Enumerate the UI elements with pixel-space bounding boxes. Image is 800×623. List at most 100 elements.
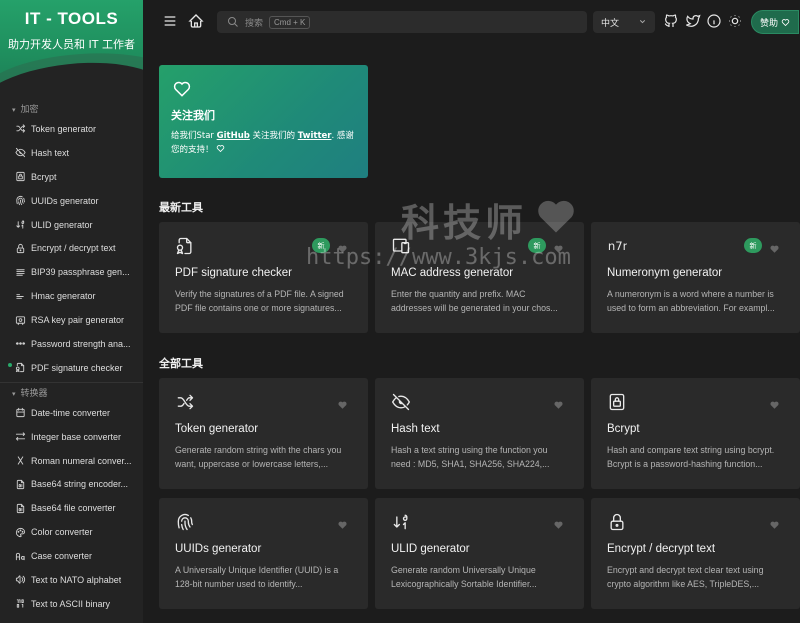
sidebar-item-label: ULID generator (31, 219, 93, 230)
github-link[interactable]: GitHub (217, 131, 250, 141)
search-shortcut: Cmd + K (269, 15, 311, 29)
search-placeholder: 搜索 (245, 18, 264, 29)
devices-icon (391, 236, 411, 256)
sidebar-divider (0, 381, 143, 383)
sidebar-item-label: Bcrypt (31, 171, 57, 182)
favorite-heart-icon[interactable] (337, 241, 348, 253)
sidebar-item[interactable]: Case converter (0, 544, 143, 568)
favorite-heart-icon[interactable] (769, 397, 780, 409)
tool-title: Encrypt / decrypt text (607, 543, 716, 555)
heart-icon (171, 79, 193, 99)
favorite-heart-icon[interactable] (553, 517, 564, 529)
home-icon[interactable] (187, 12, 205, 30)
tool-description: Generate random Universally Unique Lexic… (391, 565, 537, 589)
menu-icon[interactable] (161, 12, 179, 30)
sidebar-item[interactable]: Date-time converter (0, 401, 143, 425)
sidebar-item[interactable]: Bcrypt (0, 165, 143, 189)
lock-icon (607, 512, 627, 532)
tool-description: Verify the signatures of a PDF file. A s… (175, 289, 344, 313)
search-icon (227, 16, 239, 28)
favorite-heart-icon[interactable] (769, 241, 780, 253)
sidebar-item[interactable]: Password strength ana... (0, 332, 143, 356)
brand-header[interactable]: IT - TOOLS 助力开发人员和 IT 工作者 (0, 0, 143, 96)
sidebar-item-label: Case converter (31, 551, 93, 562)
speaker-icon (14, 574, 26, 586)
short-lines-icon (14, 290, 26, 302)
favorite-heart-icon[interactable] (553, 397, 564, 409)
language-value: 中文 (601, 18, 620, 29)
sidebar-item[interactable]: Hmac generator (0, 284, 143, 308)
file-cert-icon (14, 362, 26, 374)
sidebar-item-label: PDF signature checker (31, 362, 123, 373)
sidebar-item[interactable]: Text to ASCII binary (0, 592, 143, 616)
tool-title: MAC address generator (391, 267, 514, 279)
favorite-heart-icon[interactable] (769, 517, 780, 529)
caret-down-icon: ▾ (12, 106, 16, 114)
sponsor-button[interactable]: 赞助 (751, 10, 799, 34)
favorite-heart-icon[interactable] (553, 241, 564, 253)
tool-card[interactable]: Encrypt / decrypt text Encrypt and decryp… (591, 498, 800, 609)
sidebar-item[interactable]: UUIDs generator (0, 189, 143, 213)
tool-card[interactable]: Hash text Hash a text string using the fu… (375, 378, 584, 489)
sidebar-group-title[interactable]: ▾ 转换器 (0, 387, 143, 401)
sidebar-item-label: Base64 file converter (31, 503, 116, 514)
sidebar-item[interactable]: Token generator (0, 117, 143, 141)
password-icon (14, 338, 26, 350)
favorite-heart-icon[interactable] (337, 517, 348, 529)
sidebar-item[interactable]: PDF signature checker (0, 356, 143, 380)
twitter-icon[interactable] (684, 12, 702, 30)
new-badge: 新 (312, 238, 330, 253)
lock-square-icon (607, 392, 627, 412)
file-digit-icon (14, 502, 26, 514)
sidebar-item-label: BIP39 passphrase gen... (31, 267, 130, 278)
tool-description: Enter the quantity and prefix. MAC addre… (391, 289, 558, 313)
tool-title: Token generator (175, 423, 259, 435)
sidebar-item-label: Base64 string encoder... (31, 479, 129, 490)
favorite-heart-icon[interactable] (337, 397, 348, 409)
sidebar-item[interactable]: Text to NATO alphabet (0, 568, 143, 592)
sidebar-item-label: Password strength ana... (31, 338, 131, 349)
sidebar-item[interactable]: Base64 file converter (0, 496, 143, 520)
twitter-link[interactable]: Twitter (298, 131, 332, 141)
sidebar-item-label: Text to NATO alphabet (31, 574, 122, 585)
sidebar-item-label: Hmac generator (31, 291, 96, 302)
calendar-icon (14, 407, 26, 419)
tool-card[interactable]: 新 PDF signature checker Verify the signatu… (159, 222, 368, 333)
sidebar-item-label: Text to ASCII binary (31, 598, 111, 609)
tool-card[interactable]: Token generator Generate random string wi… (159, 378, 368, 489)
tool-title: PDF signature checker (175, 267, 292, 279)
tool-description: Encrypt and decrypt text clear text usin… (607, 565, 764, 589)
brand-title: IT - TOOLS (24, 9, 119, 28)
follow-us-text: 给我们Star GitHub 关注我们的 Twitter. 感谢您的支持！ (171, 129, 356, 157)
info-icon[interactable] (705, 12, 723, 30)
sidebar-item[interactable]: Hash text (0, 141, 143, 165)
palette-icon (14, 526, 26, 538)
sun-icon[interactable] (726, 12, 744, 30)
sidebar-item[interactable]: Integer base converter (0, 425, 143, 449)
sidebar-item[interactable]: BIP39 passphrase gen... (0, 260, 143, 284)
letter-x-icon (14, 455, 26, 467)
sidebar-item[interactable]: Color converter (0, 520, 143, 544)
tool-card[interactable]: Bcrypt Hash and compare text string using… (591, 378, 800, 489)
tool-card[interactable]: ULID generator Generate random Universall… (375, 498, 584, 609)
certificate-icon (14, 314, 26, 326)
sidebar-item[interactable]: RSA key pair generator (0, 308, 143, 332)
fingerprint-icon (14, 195, 26, 207)
language-select[interactable]: 中文 (593, 11, 655, 33)
sidebar-item[interactable]: Base64 string encoder... (0, 472, 143, 496)
github-icon[interactable] (662, 12, 680, 30)
arrows-lr-icon (14, 431, 26, 443)
sidebar-item-label: RSA key pair generator (31, 315, 125, 326)
search-input[interactable]: 搜索 Cmd + K (217, 11, 587, 33)
tool-card[interactable]: 新 MAC address generator Enter the quantity… (375, 222, 584, 333)
tool-card[interactable]: UUIDs generator A Universally Unique Iden… (159, 498, 368, 609)
sidebar-item[interactable]: Roman numeral conver... (0, 449, 143, 473)
tool-title: Bcrypt (607, 423, 640, 435)
sidebar-group-title[interactable]: ▾ 加密 (0, 103, 143, 117)
tool-title: UUIDs generator (175, 543, 262, 555)
sidebar-item-label: Hash text (31, 147, 70, 158)
sidebar-item[interactable]: ULID generator (0, 213, 143, 237)
tool-card[interactable]: n7m 新 Numeronym generator A numeronym is a … (591, 222, 800, 333)
brand-subtitle: 助力开发人员和 IT 工作者 (8, 38, 135, 51)
sidebar-item[interactable]: Encrypt / decrypt text (0, 236, 143, 260)
